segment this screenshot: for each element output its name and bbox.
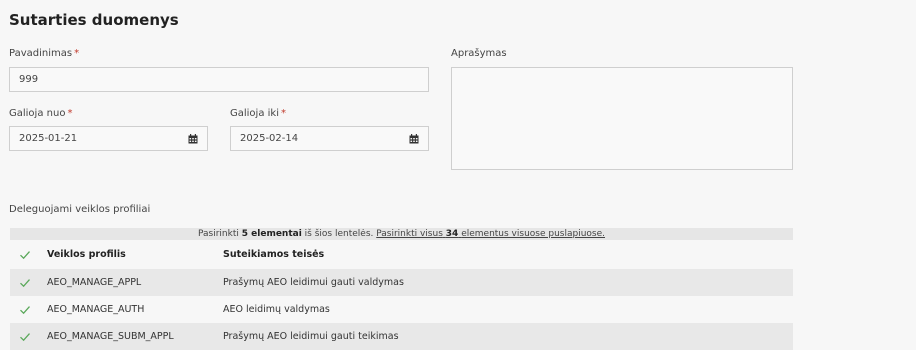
description-label: Aprašymas [451,48,507,59]
checkmark-icon [20,305,30,314]
checkmark-icon [20,332,30,341]
banner-middle: iš šios lentelės. [304,229,374,239]
selection-banner: Pasirinkti 5 elementai iš šios lentelės.… [10,228,793,240]
row-rights: Prašymų AEO leidimui gauti valdymas [223,277,404,288]
required-mark: * [67,108,73,119]
name-input-value: 999 [19,74,39,85]
description-textarea[interactable] [451,67,793,170]
select-all-checkbox[interactable] [10,249,40,261]
row-checkbox[interactable] [10,331,40,343]
row-rights: AEO leidimų valdymas [223,304,330,315]
column-header-rights[interactable]: Suteikiamos teisės [223,249,793,260]
page-title: Sutarties duomenys [9,11,179,29]
select-all-total-count: 34 [445,229,459,239]
row-rights: Prašymų AEO leidimui gauti teikimas [223,331,399,342]
profiles-section-label: Deleguojami veiklos profiliai [9,204,151,215]
select-all-link-prefix: Pasirinkti visus [376,229,443,239]
required-mark: * [74,48,80,59]
valid-to-input[interactable]: 2025-02-14 [230,126,429,151]
table-header-row: Veiklos profilis Suteikiamos teisės [10,240,793,269]
table-row[interactable]: AEO_MANAGE_APPL Prašymų AEO leidimui gau… [10,269,793,296]
profiles-table: Pasirinkti 5 elementai iš šios lentelės.… [10,228,793,350]
select-all-link[interactable]: Pasirinkti visus 34 elementus visuose pu… [376,229,605,239]
calendar-icon[interactable] [188,133,198,144]
checkmark-icon [20,250,30,259]
row-profile: AEO_MANAGE_AUTH [47,304,145,315]
valid-from-input[interactable]: 2025-01-21 [9,126,208,151]
valid-from-value: 2025-01-21 [19,133,78,144]
calendar-icon[interactable] [409,133,419,144]
column-header-profile[interactable]: Veiklos profilis [40,249,223,260]
row-profile: AEO_MANAGE_SUBM_APPL [47,331,174,342]
banner-selected-count: 5 elementai [241,229,302,239]
valid-to-value: 2025-02-14 [240,133,299,144]
table-row[interactable]: AEO_MANAGE_AUTH AEO leidimų valdymas [10,296,793,323]
row-checkbox[interactable] [10,304,40,316]
name-input[interactable]: 999 [9,67,429,92]
select-all-link-suffix: elementus visuose puslapiuose. [461,229,605,239]
required-mark: * [280,108,286,119]
valid-from-label-text: Galioja nuo [9,108,66,119]
checkmark-icon [20,278,30,287]
name-label-text: Pavadinimas [9,48,73,59]
name-label: Pavadinimas * [9,48,79,59]
row-profile: AEO_MANAGE_APPL [47,277,142,288]
table-row[interactable]: AEO_MANAGE_SUBM_APPL Prašymų AEO leidimu… [10,323,793,350]
valid-to-label: Galioja iki * [230,108,286,119]
valid-to-label-text: Galioja iki [230,108,279,119]
valid-from-label: Galioja nuo * [9,108,72,119]
row-checkbox[interactable] [10,277,40,289]
banner-prefix: Pasirinkti [198,229,239,239]
